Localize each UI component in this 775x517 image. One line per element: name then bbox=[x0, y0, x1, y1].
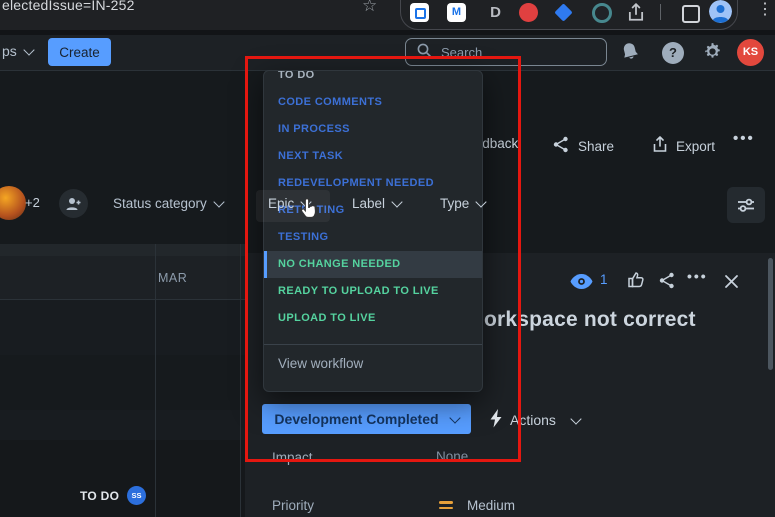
status-option-testing[interactable]: TESTING bbox=[264, 224, 482, 251]
status-option-next-task[interactable]: NEXT TASK bbox=[264, 143, 482, 170]
share-button[interactable]: Share bbox=[552, 136, 614, 156]
priority-field-value[interactable]: Medium bbox=[467, 498, 515, 513]
browser-bar: electedIssue=IN-252 ☆ M D ⋮ bbox=[0, 0, 775, 30]
timeline-gridline bbox=[155, 244, 156, 517]
issue-more-icon[interactable]: ••• bbox=[687, 268, 708, 284]
watchers-eye-icon[interactable] bbox=[570, 274, 593, 294]
create-button[interactable]: Create bbox=[48, 38, 111, 66]
status-option-upload-to-live[interactable]: UPLOAD TO LIVE bbox=[264, 305, 482, 332]
status-option-no-change-needed[interactable]: NO CHANGE NEEDED bbox=[264, 251, 482, 278]
timeline-assignee-badge[interactable]: SS bbox=[127, 486, 146, 505]
extension-d-icon[interactable]: D bbox=[486, 3, 505, 22]
timeline-top-strip bbox=[0, 244, 245, 256]
add-person-icon[interactable] bbox=[59, 189, 88, 218]
user-avatar[interactable]: KS bbox=[737, 39, 764, 66]
lightning-bolt-icon bbox=[489, 409, 502, 431]
settings-gear-icon[interactable] bbox=[702, 41, 723, 67]
chevron-down-icon bbox=[391, 196, 403, 208]
priority-field-label: Priority bbox=[272, 498, 315, 513]
priority-medium-icon bbox=[439, 501, 453, 512]
chevron-down-icon bbox=[448, 412, 461, 424]
filter-status-category[interactable]: Status category bbox=[113, 196, 225, 211]
month-label: MAR bbox=[158, 271, 188, 285]
mouse-cursor bbox=[298, 197, 322, 228]
app-navbar bbox=[0, 35, 775, 71]
view-settings-icon[interactable] bbox=[727, 187, 765, 223]
timeline-band bbox=[0, 440, 245, 517]
search-input[interactable] bbox=[439, 43, 596, 61]
avatar-overflow-count[interactable]: +2 bbox=[25, 195, 40, 210]
browser-menu-icon[interactable]: ⋮ bbox=[757, 0, 773, 19]
browser-profile-avatar[interactable] bbox=[709, 0, 732, 23]
chevron-down-icon bbox=[213, 196, 225, 208]
help-icon[interactable]: ? bbox=[662, 42, 684, 64]
actions-dropdown[interactable]: Actions bbox=[489, 409, 582, 431]
more-actions-icon[interactable]: ••• bbox=[733, 130, 755, 147]
status-option-in-process[interactable]: IN PROCESS bbox=[264, 116, 482, 143]
export-button[interactable]: Export bbox=[652, 136, 715, 156]
timeline-band bbox=[0, 410, 245, 440]
tab-square-icon[interactable] bbox=[682, 5, 700, 23]
close-icon[interactable] bbox=[724, 274, 739, 294]
status-button[interactable]: Development Completed bbox=[262, 404, 471, 434]
watchers-count: 1 bbox=[600, 272, 608, 287]
share-issue-icon[interactable] bbox=[658, 272, 676, 294]
impact-field-value[interactable]: None bbox=[436, 449, 468, 464]
search-icon bbox=[416, 42, 432, 63]
export-icon bbox=[652, 136, 668, 156]
extension-m-icon[interactable]: M bbox=[447, 3, 466, 22]
extension-blue-square-icon[interactable] bbox=[410, 3, 429, 22]
chevron-down-icon bbox=[570, 413, 582, 425]
timeline-month-header bbox=[0, 256, 245, 300]
status-option-to-do[interactable]: TO DO bbox=[264, 71, 482, 89]
assignee-avatar[interactable] bbox=[0, 186, 26, 220]
chevron-down-icon bbox=[23, 44, 35, 56]
apps-menu[interactable]: ps bbox=[2, 43, 35, 59]
status-option-code-comments[interactable]: CODE COMMENTS bbox=[264, 89, 482, 116]
timeline-todo-label[interactable]: TO DO bbox=[80, 489, 119, 503]
browser-url-text[interactable]: electedIssue=IN-252 bbox=[2, 0, 135, 14]
scrollbar[interactable] bbox=[768, 258, 773, 370]
timeline-band bbox=[0, 300, 245, 355]
status-dropdown-menu: TO DO CODE COMMENTS IN PROCESS NEXT TASK RED… bbox=[263, 70, 483, 392]
browser-share-icon[interactable] bbox=[627, 3, 646, 22]
extension-red-circle-icon[interactable] bbox=[519, 3, 538, 22]
impact-field-label: Impact bbox=[272, 450, 313, 465]
filter-type[interactable]: Type bbox=[440, 196, 487, 211]
issue-title: orkspace not correct bbox=[484, 308, 696, 331]
timeline-gridline bbox=[240, 244, 241, 517]
filter-label[interactable]: Label bbox=[352, 196, 403, 211]
search-box[interactable] bbox=[405, 38, 607, 66]
chevron-down-icon bbox=[475, 196, 487, 208]
timeline-band bbox=[0, 355, 245, 410]
toolbar-separator bbox=[660, 4, 661, 20]
bookmark-star-icon[interactable]: ☆ bbox=[362, 0, 377, 16]
view-workflow-link[interactable]: View workflow bbox=[264, 345, 482, 371]
thumbs-up-icon[interactable] bbox=[627, 271, 645, 293]
extension-ring-icon[interactable] bbox=[592, 3, 612, 23]
screen: electedIssue=IN-252 ☆ M D ⋮ ps Create ? … bbox=[0, 0, 775, 517]
share-nodes-icon bbox=[552, 136, 570, 156]
status-option-ready-to-upload-to-live[interactable]: READY TO UPLOAD TO LIVE bbox=[264, 278, 482, 305]
